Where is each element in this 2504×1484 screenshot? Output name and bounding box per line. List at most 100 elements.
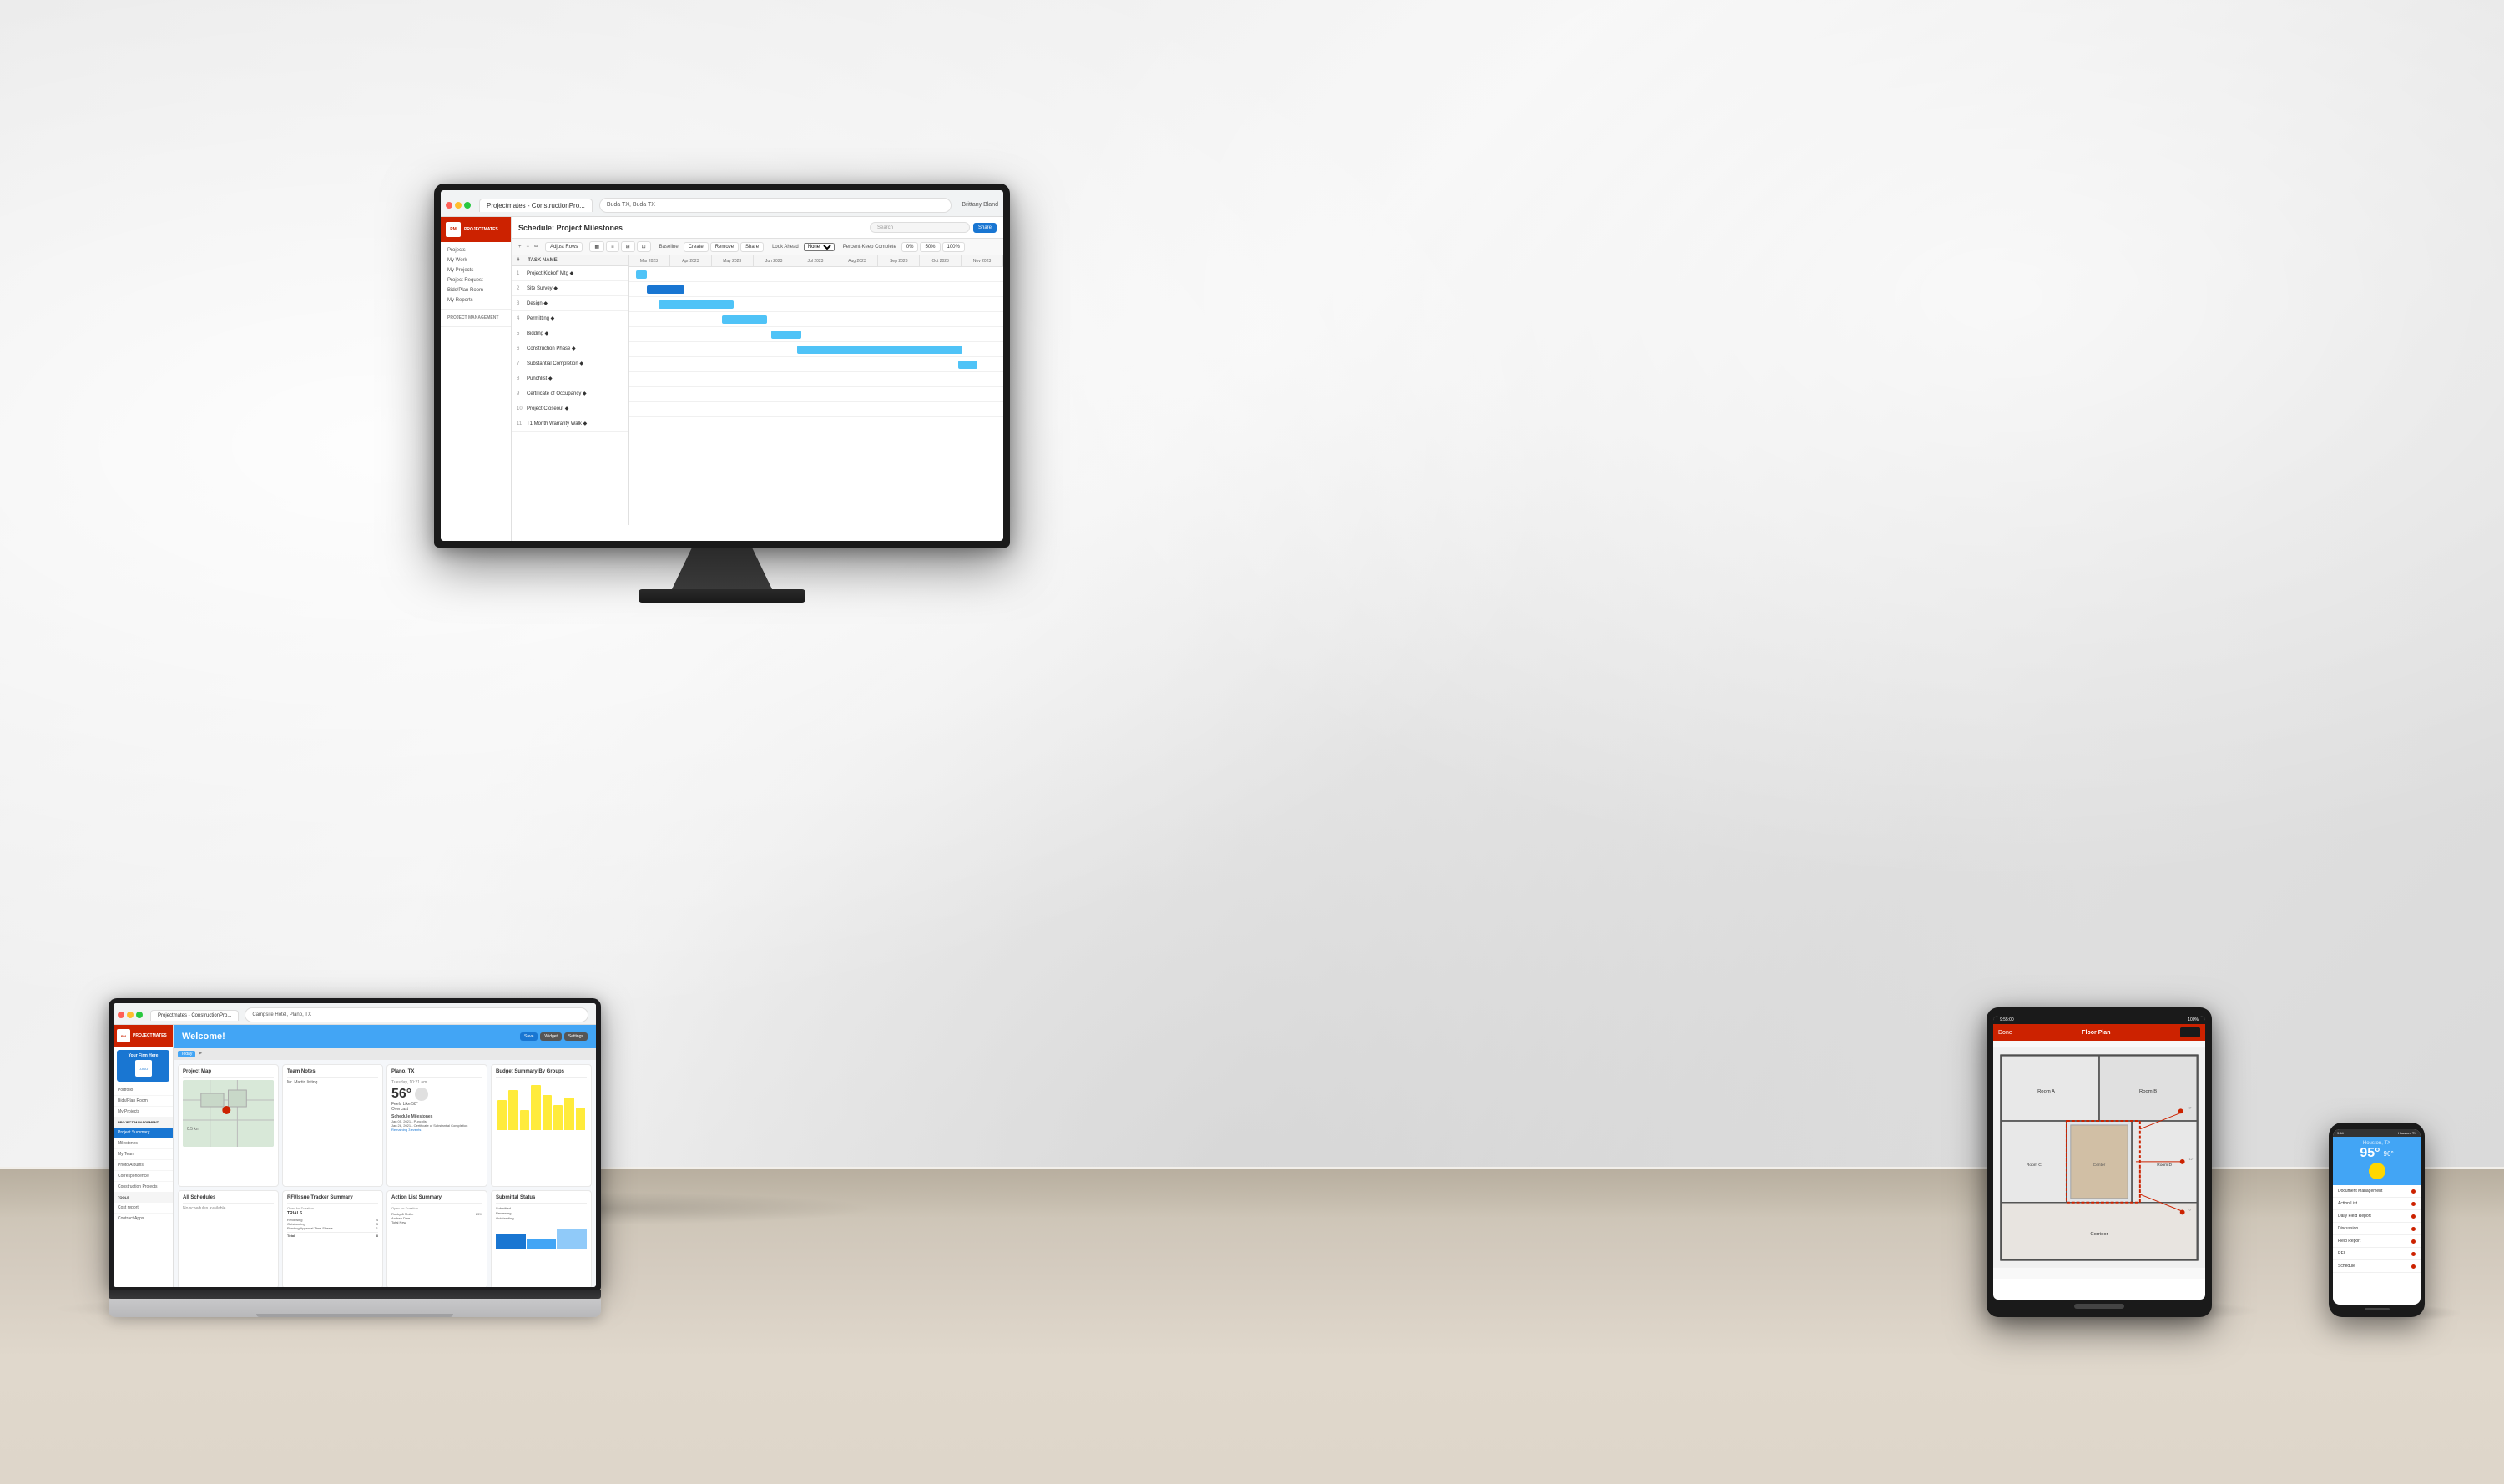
dashboard-widget-button[interactable]: Widget [540, 1032, 562, 1041]
table-row[interactable]: 3Design ◆ [512, 296, 628, 311]
toolbar-view-3[interactable]: ⊞ [621, 241, 635, 252]
tablet-home-bar[interactable] [2074, 1304, 2124, 1309]
submittal-bar-3 [557, 1229, 587, 1249]
schedule-search-input[interactable]: Search [870, 222, 970, 233]
toolbar-pencil-icon[interactable]: ✏ [534, 244, 538, 250]
task-num: 7 [517, 361, 527, 366]
table-row[interactable]: 6Construction Phase ◆ [512, 341, 628, 356]
table-row[interactable]: 7Substantial Completion ◆ [512, 356, 628, 371]
phone-weather-header: Houston, TX 95° 96° [2333, 1137, 2421, 1185]
laptop-maximize-button[interactable] [136, 1012, 143, 1018]
schedule-share-button[interactable]: Share [973, 223, 997, 233]
laptop-nav-bids[interactable]: Bids/Plan Room [114, 1096, 173, 1107]
browser-url: Buda TX, Buda TX [607, 202, 655, 208]
dashboard-save-button[interactable]: Save [520, 1032, 538, 1041]
toolbar-adjust-rows-button[interactable]: Adjust Rows [545, 242, 583, 252]
toolbar-minus-icon[interactable]: − [527, 245, 530, 250]
laptop-close-button[interactable] [118, 1012, 124, 1018]
phone-list-item-rfi[interactable]: RFI [2333, 1248, 2421, 1260]
phone-feels-like: 96° [2384, 1150, 2394, 1158]
table-row[interactable]: 11T1 Month Warranty Walk ◆ [512, 416, 628, 432]
toolbar-percent-100[interactable]: 100% [942, 242, 965, 252]
laptop-nav-milestones[interactable]: Milestones [114, 1138, 173, 1149]
table-row[interactable]: 1Project Kickoff Mtg ◆ [512, 266, 628, 281]
phone-list-item-fieldreport[interactable]: Daily Field Report [2333, 1210, 2421, 1223]
monitor-nav-projectrequest[interactable]: Project Request [444, 275, 507, 285]
desktop-monitor: Projectmates - ConstructionPro... Buda T… [434, 184, 1010, 603]
tablet-title: Floor Plan [2082, 1030, 2110, 1036]
monitor-nav-mywork-label: My Work [447, 258, 467, 263]
task-num: 3 [517, 301, 527, 306]
table-row[interactable]: 8Punchlist ◆ [512, 371, 628, 386]
laptop-nav-photos[interactable]: Photo Albums [114, 1160, 173, 1171]
monitor-nav-projects[interactable]: Projects [444, 245, 507, 255]
tab-today[interactable]: Today [178, 1051, 195, 1057]
tablet-back-button[interactable]: Done [1998, 1030, 2012, 1036]
laptop-nav-correspondence[interactable]: Correspondence [114, 1171, 173, 1182]
table-row[interactable]: 5Bidding ◆ [512, 326, 628, 341]
toolbar-share-button[interactable]: Share [740, 242, 764, 252]
table-row[interactable]: 9Certificate of Occupancy ◆ [512, 386, 628, 401]
laptop-address-bar[interactable]: Campsite Hotel, Plano, TX [245, 1007, 588, 1022]
laptop-nav-portfolio[interactable]: Portfolio [114, 1085, 173, 1096]
toolbar-percent-50[interactable]: 50% [920, 242, 940, 252]
gantt-month-7: Sep 2023 [878, 255, 920, 266]
phone-list-item-docmgmt[interactable]: Document Management [2333, 1185, 2421, 1198]
widget-notes-title: Team Notes [287, 1069, 378, 1078]
toolbar-create-button[interactable]: Create [684, 242, 709, 252]
phone-list-item-fieldreport2[interactable]: Field Report [2333, 1235, 2421, 1248]
laptop-nav-project-summary[interactable]: Project Summary [114, 1128, 173, 1138]
browser-tab[interactable]: Projectmates - ConstructionPro... [479, 199, 593, 212]
browser-close-button[interactable] [446, 202, 452, 209]
browser-maximize-button[interactable] [464, 202, 471, 209]
toolbar-lookahead-select[interactable]: None [804, 243, 835, 251]
budget-bar-4 [531, 1085, 540, 1130]
monitor-sidebar: PM PROJECTMATES Projects My Work My Proj… [441, 217, 512, 541]
submittal-reviewing: Reviewing [496, 1211, 587, 1215]
toolbar-plus-icon[interactable]: + [518, 245, 522, 250]
map-display[interactable]: 0.5 km [183, 1080, 274, 1147]
phone-list-item-discussion[interactable]: Discussion [2333, 1223, 2421, 1235]
laptop-nav-construction[interactable]: Construction Projects [114, 1182, 173, 1193]
monitor-nav-mywork[interactable]: My Work [444, 255, 507, 265]
monitor-nav-bidsroom[interactable]: Bids/Plan Room [444, 285, 507, 295]
widget-submittal: Submittal Status Submitted Reviewing Out… [491, 1190, 592, 1287]
gantt-bar-row-8 [629, 372, 1003, 387]
toolbar-percent-0[interactable]: 0% [901, 242, 919, 252]
gantt-month-9: Nov 2023 [962, 255, 1003, 266]
toolbar-remove-button[interactable]: Remove [710, 242, 739, 252]
phone-home-bar[interactable] [2365, 1308, 2390, 1310]
browser-minimize-button[interactable] [455, 202, 462, 209]
browser-address-bar[interactable]: Buda TX, Buda TX [599, 198, 952, 213]
monitor-nav-reports[interactable]: My Reports [444, 295, 507, 305]
phone-list-item-actionlist[interactable]: Action List [2333, 1198, 2421, 1210]
widget-map-title: Project Map [183, 1069, 274, 1078]
project-name: Your Firm Here [120, 1053, 166, 1058]
svg-text:Room C: Room C [2027, 1163, 2042, 1168]
laptop-project-card[interactable]: Your Firm Here LOGO [117, 1050, 169, 1082]
laptop-nav-correspondence-label: Correspondence [118, 1174, 149, 1179]
weather-more[interactable]: Remaining 3 events [391, 1128, 482, 1132]
table-row[interactable]: 10Project Closeout ◆ [512, 401, 628, 416]
laptop-nav-costreport[interactable]: Cost report [114, 1203, 173, 1214]
svg-text:0.5 km: 0.5 km [187, 1127, 199, 1132]
laptop-nav-myteam[interactable]: My Team [114, 1149, 173, 1160]
laptop-minimize-button[interactable] [127, 1012, 134, 1018]
laptop-nav-contractapps[interactable]: Contract Apps [114, 1214, 173, 1224]
laptop-browser-tab[interactable]: Projectmates - ConstructionPro... [150, 1010, 239, 1021]
toolbar-view-4[interactable]: ⊡ [637, 241, 651, 252]
phone-list-item-schedule[interactable]: Schedule [2333, 1260, 2421, 1273]
monitor-nav-projectrequest-label: Project Request [447, 278, 483, 283]
tablet-action-icon[interactable] [2180, 1027, 2200, 1037]
dashboard-settings-button[interactable]: Settings [564, 1032, 588, 1041]
laptop-nav-myprojects[interactable]: My Projects [114, 1107, 173, 1118]
toolbar-view-2[interactable]: ≡ [606, 241, 619, 252]
monitor-nav-myprojects[interactable]: My Projects [444, 265, 507, 275]
laptop-window-controls [118, 1012, 143, 1018]
task-name: Construction Phase ◆ [527, 346, 623, 351]
table-row[interactable]: 2Site Survey ◆ [512, 281, 628, 296]
search-placeholder: Search [877, 225, 893, 230]
monitor-bezel: Projectmates - ConstructionPro... Buda T… [434, 184, 1010, 548]
toolbar-view-1[interactable]: ▦ [589, 241, 604, 252]
table-row[interactable]: 4Permitting ◆ [512, 311, 628, 326]
